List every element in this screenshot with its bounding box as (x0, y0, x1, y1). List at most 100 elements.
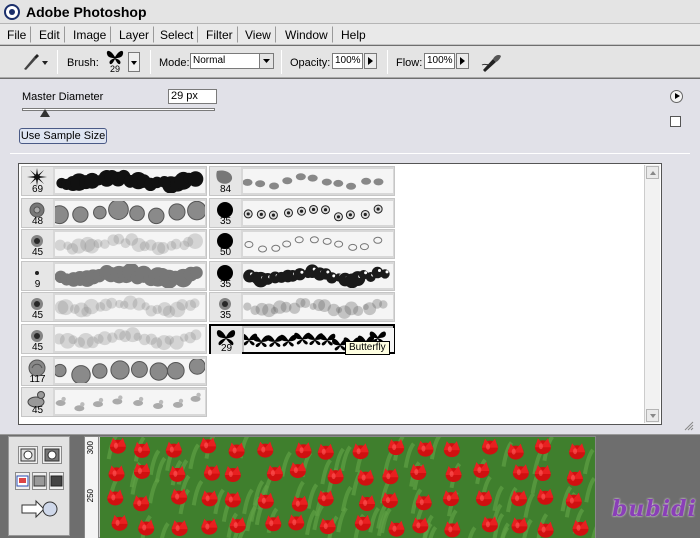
brush-preset-item[interactable]: 50 (209, 229, 395, 260)
new-preset-icon[interactable] (670, 116, 681, 127)
brush-stroke-preview (243, 232, 393, 257)
menu-select[interactable]: Select (155, 26, 199, 43)
brush-tip-icon: 9 (22, 261, 53, 290)
brush-size-label: 45 (31, 342, 44, 353)
full-screen-menu-mode-icon[interactable] (32, 472, 47, 490)
panel-menu-arrow-icon[interactable] (670, 90, 683, 103)
brush-stroke-preview (54, 295, 205, 320)
slider-thumb[interactable] (40, 109, 51, 117)
use-sample-size-button[interactable]: Use Sample Size (19, 128, 107, 144)
brush-preset-item[interactable]: 35 (209, 260, 395, 291)
panel-divider (10, 153, 690, 154)
menu-file[interactable]: File (2, 26, 32, 43)
brush-size-label: 84 (219, 184, 232, 195)
options-separator (150, 50, 151, 74)
airbrush-icon[interactable] (480, 51, 504, 73)
brush-stroke-preview (243, 200, 393, 225)
brush-preset-item[interactable]: 84 (209, 166, 395, 196)
master-diameter-slider[interactable] (22, 108, 215, 111)
brush-stroke-preview (53, 327, 205, 351)
brush-size-label: 9 (34, 278, 41, 290)
options-separator (57, 50, 58, 74)
brush-size-label: 117 (29, 373, 46, 385)
flow-label: Flow: (396, 57, 423, 69)
menu-view[interactable]: View (240, 26, 276, 43)
options-separator (387, 50, 388, 74)
mode-label: Mode: (159, 57, 190, 69)
menu-layer[interactable]: Layer (114, 26, 155, 43)
brush-preset-item[interactable]: 35 (209, 292, 395, 323)
brush-stroke-preview (55, 169, 205, 194)
brush-preset-item[interactable]: 45 (21, 229, 207, 260)
standard-screen-mode-icon[interactable] (15, 472, 30, 490)
quick-mask-mode-icon[interactable] (42, 446, 62, 464)
brush-size-label: 48 (31, 215, 44, 227)
brush-size-label: 35 (219, 310, 232, 322)
vertical-scrollbar[interactable] (644, 165, 660, 423)
brush-preset-item[interactable]: 9 (21, 260, 207, 291)
menu-image[interactable]: Image (68, 26, 112, 43)
brush-size-label: 69 (31, 184, 44, 195)
menu-window[interactable]: Window (280, 26, 333, 43)
mode-select[interactable]: Normal (190, 53, 274, 69)
brush-preset-item[interactable]: 45 (21, 324, 207, 354)
menu-edit[interactable]: Edit (34, 26, 65, 43)
chevron-down-icon[interactable] (259, 54, 273, 68)
brush-stroke-preview (54, 262, 205, 289)
brush-preset-item[interactable]: 48 (21, 197, 207, 228)
brush-size-label: 29 (220, 343, 233, 354)
vertical-ruler: 300 250 (85, 437, 99, 538)
brush-size-readout: 29 (109, 64, 120, 74)
brush-tip-icon: 69 (22, 167, 53, 195)
flow-slider-button[interactable] (456, 53, 469, 69)
brush-size-label: 35 (219, 215, 232, 227)
jump-to-imageready-icon[interactable] (18, 499, 60, 519)
brush-preset-item[interactable]: 45 (21, 292, 207, 323)
brush-size-label: 45 (31, 310, 44, 322)
brush-stroke-preview (54, 232, 205, 257)
brush-preset-list: 69 48 45 9 45 45 117 45 84 35 50 35 35 29 (18, 163, 662, 425)
brush-tip-icon: 35 (210, 261, 241, 290)
brush-preset-item[interactable]: 117 (21, 355, 207, 386)
brush-preset-item[interactable]: 45 (21, 387, 207, 418)
full-screen-mode-icon[interactable] (49, 472, 64, 490)
brush-stroke-preview (55, 390, 205, 415)
brush-tip-icon: 48 (22, 198, 53, 227)
watermark-text: bubidi (612, 496, 697, 522)
master-diameter-field[interactable]: 29 px (168, 89, 217, 104)
brush-picker-button[interactable] (128, 52, 140, 72)
resize-grip-icon[interactable] (684, 421, 694, 431)
brush-size-label: 45 (31, 247, 44, 259)
brush-tip-icon: 84 (210, 167, 241, 195)
scroll-up-arrow-icon[interactable] (646, 166, 659, 179)
menu-filter[interactable]: Filter (201, 26, 238, 43)
ruler-label: 250 (86, 489, 95, 503)
standard-mode-icon[interactable] (18, 446, 38, 464)
brush-tip-icon: 35 (210, 293, 241, 322)
brush-tip-icon: 50 (210, 230, 241, 259)
brush-preset-item[interactable]: 69 (21, 166, 207, 196)
brush-stroke-preview (53, 357, 206, 385)
brush-tool-preset-icon[interactable] (20, 52, 48, 72)
brush-tip-icon: 45 (22, 293, 53, 322)
master-diameter-label: Master Diameter (22, 91, 104, 103)
brush-tooltip: Butterfly (345, 341, 390, 355)
brush-preset-item[interactable]: 35 (209, 197, 395, 228)
title-bar: Adobe Photoshop (0, 0, 700, 24)
brush-tip-icon: 35 (210, 198, 241, 227)
tulip-photo[interactable] (100, 437, 595, 538)
options-separator (281, 50, 282, 74)
document-window: 300 250 (84, 436, 596, 538)
opacity-field[interactable]: 100% (332, 53, 363, 69)
brush-label: Brush: (67, 57, 99, 69)
brush-size-label: 50 (219, 247, 232, 259)
brush-size-label: 35 (219, 278, 232, 290)
brush-stroke-preview (49, 198, 207, 225)
window-title: Adobe Photoshop (26, 4, 147, 20)
opacity-slider-button[interactable] (364, 53, 377, 69)
toolbox (8, 436, 70, 536)
scroll-down-arrow-icon[interactable] (646, 409, 659, 422)
menu-help[interactable]: Help (336, 26, 371, 43)
menu-bar: File Edit Image Layer Select Filter View… (0, 24, 700, 45)
flow-field[interactable]: 100% (424, 53, 455, 69)
